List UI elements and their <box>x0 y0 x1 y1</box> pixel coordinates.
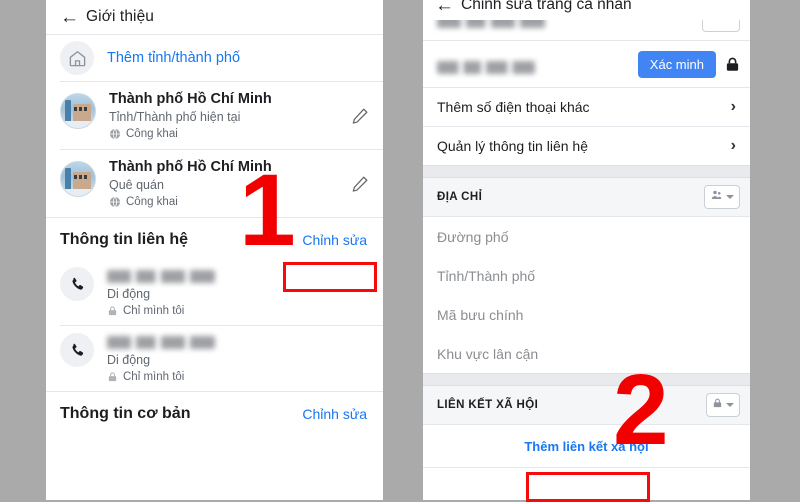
page-title: Chỉnh sửa trang cá nhân <box>461 0 632 13</box>
pencil-icon[interactable] <box>347 106 373 126</box>
phone-number-blurred <box>437 61 535 74</box>
city-subtitle: Tỉnh/Thành phố hiện tại <box>109 110 241 124</box>
phone-type: Di động <box>107 287 151 301</box>
phone-number-blurred <box>107 270 215 283</box>
add-city-label: Thêm tỉnh/thành phố <box>107 50 241 66</box>
field-row-zip[interactable]: Mã bưu chính <box>423 295 750 334</box>
globe-icon <box>109 196 121 208</box>
phone-icon <box>60 333 94 367</box>
home-icon <box>60 41 94 75</box>
phone-verify-row: Xác minh <box>423 41 750 87</box>
section-spacer <box>423 373 750 386</box>
privacy-label: Chỉ mình tôi <box>107 305 373 317</box>
phone-row[interactable]: Di động Chỉ mình tôi <box>46 260 383 325</box>
arrow-left-icon[interactable]: ← <box>435 0 461 15</box>
manage-contact-info-row[interactable]: Quản lý thông tin liên hệ › <box>423 127 750 165</box>
phone-type: Di động <box>107 353 151 367</box>
chevron-right-icon: › <box>730 137 736 154</box>
phone-number-blurred <box>437 20 545 28</box>
section-spacer <box>423 165 750 178</box>
phone-number-blurred <box>107 336 215 349</box>
section-title: Thông tin cơ bản <box>60 405 191 422</box>
verify-button[interactable]: Xác minh <box>637 50 716 78</box>
group-title: ĐỊA CHỈ <box>437 191 483 203</box>
nav-row-label: Quản lý thông tin liên hệ <box>437 138 588 154</box>
nav-row-label: Thêm số điện thoại khác <box>437 99 590 115</box>
lock-icon[interactable] <box>725 56 740 73</box>
address-group-header: ĐỊA CHỈ <box>423 178 750 216</box>
caret-down-icon <box>726 195 734 199</box>
page-title: Giới thiệu <box>86 8 155 25</box>
city-title: Thành phố Hồ Chí Minh <box>109 159 272 175</box>
city-subtitle: Quê quán <box>109 178 164 192</box>
section-title: Thông tin liên hệ <box>60 231 188 248</box>
group-title: LIÊN KẾT XÃ HỘI <box>437 399 539 411</box>
privacy-label: Công khai <box>109 128 347 140</box>
lock-icon <box>712 396 723 414</box>
phone-row[interactable]: Di động Chỉ mình tôi <box>46 326 383 391</box>
contact-info-header: Thông tin liên hệ Chỉnh sửa <box>46 218 383 260</box>
screenshot-stage: ← Giới thiệu Thêm tỉnh/thành phố Thành p… <box>0 0 800 502</box>
chevron-right-icon: › <box>730 98 736 115</box>
field-label: Tỉnh/Thành phố <box>437 267 536 284</box>
privacy-text: Chỉ mình tôi <box>123 371 185 383</box>
address-audience-button[interactable] <box>704 185 740 209</box>
field-row-street[interactable]: Đường phố <box>423 217 750 256</box>
privacy-text: Chỉ mình tôi <box>123 305 185 317</box>
lock-icon <box>107 305 118 317</box>
pencil-icon[interactable] <box>347 174 373 194</box>
city-title: Thành phố Hồ Chí Minh <box>109 91 272 107</box>
add-another-phone-row[interactable]: Thêm số điện thoại khác › <box>423 88 750 126</box>
arrow-left-icon[interactable]: ← <box>60 8 86 27</box>
left-appbar: ← Giới thiệu <box>46 0 383 34</box>
divider <box>423 467 750 468</box>
city-thumbnail <box>60 93 96 129</box>
friends-icon <box>710 188 723 206</box>
step-2-annotation: 2 <box>613 354 669 466</box>
city-row[interactable]: Thành phố Hồ Chí Minh Tỉnh/Thành phố hiệ… <box>46 82 383 149</box>
basic-edit-button[interactable]: Chỉnh sửa <box>302 406 367 422</box>
social-links-group-header: LIÊN KẾT XÃ HỘI <box>423 386 750 424</box>
contact-edit-button[interactable]: Chỉnh sửa <box>302 232 367 248</box>
left-phone-panel: ← Giới thiệu Thêm tỉnh/thành phố Thành p… <box>46 0 383 500</box>
privacy-text: Công khai <box>126 128 178 140</box>
privacy-label: Chỉ mình tôi <box>107 371 373 383</box>
field-label: Đường phố <box>437 228 509 245</box>
city-row[interactable]: Thành phố Hồ Chí Minh Quê quán Công khai <box>46 150 383 217</box>
field-label: Mã bưu chính <box>437 306 524 323</box>
step-1-annotation: 1 <box>239 153 296 267</box>
basic-info-header: Thông tin cơ bản Chỉnh sửa <box>46 392 383 434</box>
lock-icon <box>107 371 118 383</box>
field-row-neighborhood[interactable]: Khu vực lân cận <box>423 334 750 373</box>
caret-down-icon <box>726 403 734 407</box>
field-row-city[interactable]: Tỉnh/Thành phố <box>423 256 750 295</box>
social-audience-button[interactable] <box>706 393 740 417</box>
phone-icon <box>60 267 94 301</box>
privacy-text: Công khai <box>126 196 178 208</box>
globe-icon <box>109 128 121 140</box>
right-phone-panel: ← Chỉnh sửa trang cá nhân Xác minh Thêm … <box>423 0 750 500</box>
privacy-label: Công khai <box>109 196 347 208</box>
field-label: Khu vực lân cận <box>437 345 539 362</box>
audience-selector[interactable] <box>702 20 740 32</box>
city-thumbnail <box>60 161 96 197</box>
add-city-row[interactable]: Thêm tỉnh/thành phố <box>46 35 383 81</box>
add-social-link-row[interactable]: Thêm liên kết xã hội <box>423 425 750 467</box>
scrolled-phone-row-partial <box>423 20 750 40</box>
right-appbar: ← Chỉnh sửa trang cá nhân <box>423 0 750 20</box>
